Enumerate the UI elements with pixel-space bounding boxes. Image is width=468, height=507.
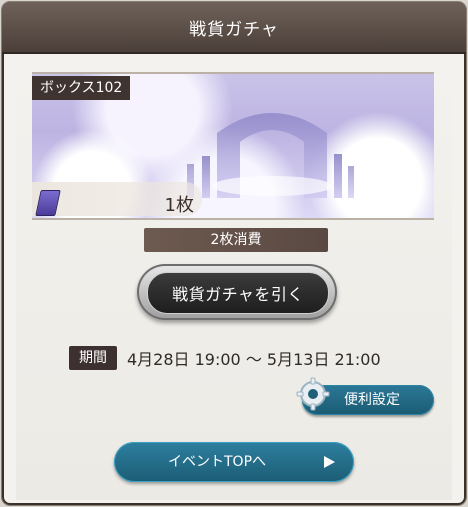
box-label: ボックス102 <box>32 76 131 100</box>
draw-gacha-button[interactable]: 戦貨ガチャを引く <box>137 264 337 320</box>
castle-illustration <box>187 113 354 198</box>
event-top-label: イベントTOPへ <box>168 454 267 470</box>
convenience-settings-button[interactable]: 便利設定 <box>296 377 434 415</box>
ticket-count: 1枚 <box>164 195 194 216</box>
titlebar: 戦貨ガチャ <box>2 2 466 54</box>
cost-bar: 2枚消費 <box>144 228 328 252</box>
content-panel: ボックス102 1枚 2枚消費 戦貨ガチャを引く 期間 4月28日 19:00 … <box>16 60 452 500</box>
gacha-window: 戦貨ガチャ ボックス102 1枚 2枚消費 戦貨ガチャを引く 期間 4月28日 … <box>2 2 466 505</box>
window-title: 戦貨ガチャ <box>189 19 279 40</box>
event-top-button[interactable]: イベントTOPへ <box>114 442 354 482</box>
period-text: 4月28日 19:00 ～ 5月13日 21:00 <box>127 350 381 369</box>
convenience-settings-label: 便利設定 <box>344 392 400 408</box>
play-arrow-icon <box>324 456 335 468</box>
draw-gacha-button-label: 戦貨ガチャを引く <box>147 272 329 314</box>
gear-icon <box>296 377 330 411</box>
period-label: 期間 <box>69 346 117 370</box>
box-banner: ボックス102 1枚 <box>32 72 434 220</box>
period-row: 期間 4月28日 19:00 ～ 5月13日 21:00 <box>69 346 381 370</box>
